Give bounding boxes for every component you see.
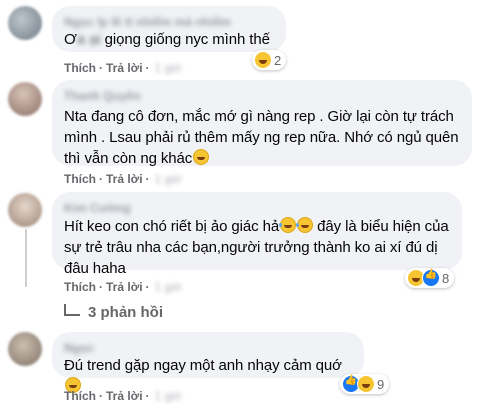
commenter-name[interactable]: Thanh Quyền <box>64 89 460 103</box>
like-button[interactable]: Thích <box>64 280 96 294</box>
thread-line <box>25 229 27 287</box>
comment-actions: Thích · Trả lời · 1 giờ <box>64 61 182 75</box>
comment-timestamp[interactable]: 1 giờ <box>155 389 182 403</box>
reaction-count: 8 <box>442 270 450 286</box>
reply-button[interactable]: Trả lời <box>106 280 143 294</box>
haha-reaction-icon <box>357 375 375 393</box>
reaction-summary[interactable]: 2 <box>252 50 287 70</box>
smiling-face-icon <box>193 149 210 165</box>
comment-bubble: Thanh Quyền Nta đang cô đơn, mắc mớ gì n… <box>52 80 472 167</box>
like-reaction-icon <box>422 269 440 287</box>
commenter-name[interactable]: Ngọc <box>64 341 352 355</box>
laughing-tears-icon <box>279 217 297 233</box>
comment-text: Ơa ại giọng giống nyc mình thế <box>64 31 270 48</box>
commenter-name[interactable]: Ngọc lp lề tt nhiếm mà nhiếm <box>64 15 274 29</box>
comment-actions: Thích · Trả lời · 1 giờ <box>64 389 182 403</box>
avatar[interactable] <box>8 332 42 366</box>
avatar[interactable] <box>8 82 42 116</box>
like-button[interactable]: Thích <box>64 172 96 186</box>
comment-timestamp[interactable]: 1 giờ <box>155 172 182 186</box>
reaction-summary[interactable]: 8 <box>405 268 455 288</box>
comment-bubble: Ngọc lp lề tt nhiếm mà nhiếm Ơa ại giọng… <box>52 6 286 52</box>
comment-timestamp[interactable]: 1 giờ <box>155 280 182 294</box>
avatar[interactable] <box>8 6 42 40</box>
reaction-summary[interactable]: 9 <box>340 374 390 394</box>
reply-button[interactable]: Trả lời <box>106 389 143 403</box>
like-button[interactable]: Thích <box>64 389 96 403</box>
comment-bubble: Ngọc Đú trend gặp ngay một anh nhạy cảm … <box>52 332 364 393</box>
reply-arrow-icon <box>64 303 80 316</box>
reaction-count: 9 <box>377 376 385 392</box>
haha-reaction-icon <box>254 51 272 69</box>
comment-timestamp[interactable]: 1 giờ <box>155 61 182 75</box>
like-button[interactable]: Thích <box>64 61 96 75</box>
laughing-tears-icon <box>296 217 314 233</box>
comment-text: Nta đang cô đơn, mắc mớ gì nàng rep . Gi… <box>64 108 459 167</box>
reaction-count: 2 <box>274 52 282 68</box>
comment-text: Hít keo con chó riết bị ảo giác hả đây l… <box>64 217 449 277</box>
comment-bubble: Kim Cường Hít keo con chó riết bị ảo giá… <box>52 192 462 277</box>
comment-actions: Thích · Trả lời · 1 giờ <box>64 280 182 294</box>
view-replies-link[interactable]: 3 phản hồi <box>64 303 163 321</box>
reply-button[interactable]: Trả lời <box>106 61 143 75</box>
commenter-name[interactable]: Kim Cường <box>64 201 450 215</box>
comment-actions: Thích · Trả lời · 1 giờ <box>64 172 182 186</box>
avatar[interactable] <box>8 193 42 227</box>
reply-button[interactable]: Trả lời <box>106 172 143 186</box>
